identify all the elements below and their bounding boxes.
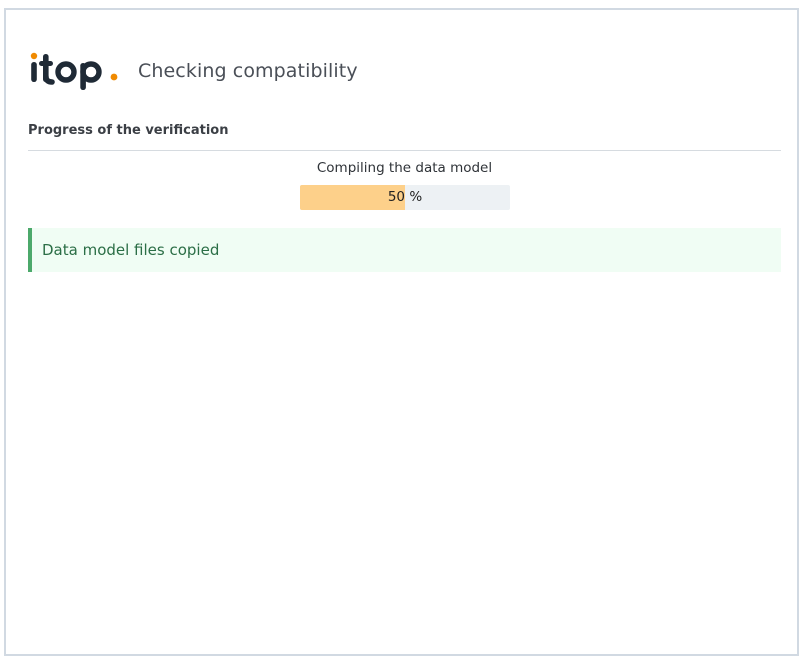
section-divider — [28, 150, 781, 151]
section-title: Progress of the verification — [28, 123, 229, 138]
itop-logo: itop — [28, 46, 120, 94]
success-alert: Data model files copied — [28, 228, 781, 272]
page-title: Checking compatibility — [138, 60, 358, 82]
brand-text: itop — [28, 94, 29, 95]
alert-message: Data model files copied — [42, 241, 220, 259]
progress-step-label: Compiling the data model — [316, 160, 493, 176]
header: itop Checking compatibility — [28, 46, 358, 94]
progress-percent-text: 50 % — [387, 189, 423, 205]
progress-bar: 50 % — [300, 185, 510, 210]
setup-window: itop Checking compatibility Progress of … — [4, 8, 799, 656]
